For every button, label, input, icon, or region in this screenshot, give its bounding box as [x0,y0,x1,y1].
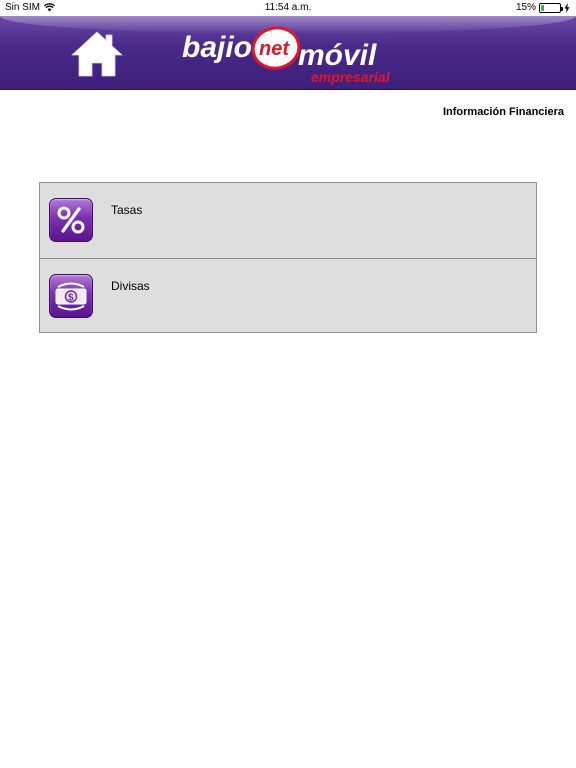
currency-exchange-icon: $ [49,274,93,318]
home-button[interactable] [70,30,124,78]
battery-percent: 15% [515,2,536,13]
status-right: 15% [516,2,570,13]
percent-icon [49,198,93,242]
app-header: bajio net móvil empresarial [0,16,576,90]
svg-text:$: $ [68,293,74,304]
logo-circle-text: net [259,38,290,60]
logo-subtitle-text: empresarial [311,69,391,85]
menu-item-label: Tasas [111,203,143,217]
status-bar: Sin SIM 11:54 a.m. 15% [0,0,576,16]
status-time: 11:54 a.m. [264,2,312,13]
battery-icon [539,2,563,13]
battery-tip [561,6,563,11]
home-icon [70,31,124,77]
menu-item-divisas[interactable]: $ Divisas [40,258,536,333]
charging-bolt-icon [564,2,570,13]
logo-primary-text: bajio [182,31,252,64]
logo-secondary-text: móvil [298,39,377,72]
financial-info-menu: Tasas $ Divisas [39,182,537,333]
bajionet-logo: bajio net móvil empresarial [180,22,400,86]
battery-fill [541,4,544,11]
page-title: Información Financiera [442,106,564,118]
menu-item-tasas[interactable]: Tasas [40,183,536,258]
menu-item-label: Divisas [111,279,150,293]
